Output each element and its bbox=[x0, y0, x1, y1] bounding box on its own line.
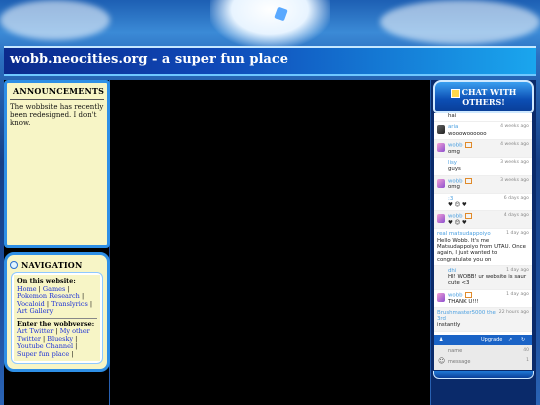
navigation-box: On this website: Home | Games | Pokemon … bbox=[11, 272, 103, 364]
chat-message: :3 6 days ago ♥ 😊 ♥ bbox=[434, 194, 532, 212]
announcements-header: ANNOUNCEMENTS bbox=[7, 83, 107, 96]
emoji-icon[interactable]: ☺ bbox=[438, 357, 445, 365]
webbverse-links: Art Twitter | My other Twitter | Bluesky… bbox=[17, 327, 90, 358]
avatar bbox=[437, 142, 445, 152]
message-text: wooowoooooo bbox=[448, 130, 487, 137]
message-text: guys bbox=[448, 166, 461, 173]
chat-messages[interactable]: hai aria 4 weeks ago wooowoooooo wobb 4 … bbox=[434, 113, 532, 335]
header-character-art bbox=[210, 0, 330, 48]
message-text: HI! WOBB! ur website is saur cute <3 bbox=[448, 274, 527, 287]
chat-message: dhi 1 day ago HI! WOBB! ur website is sa… bbox=[434, 265, 532, 290]
message-text: omg bbox=[448, 148, 460, 155]
avatar bbox=[437, 125, 445, 135]
message-user[interactable]: wobb bbox=[448, 214, 463, 220]
message-time: 3 weeks ago bbox=[500, 177, 529, 183]
message-time: 1 day ago bbox=[506, 231, 529, 237]
navigation-panel: NAVIGATION On this website: Home | Games… bbox=[4, 252, 110, 372]
avatar bbox=[437, 292, 445, 302]
mod-badge-icon bbox=[464, 291, 472, 298]
message-user[interactable]: aria bbox=[448, 124, 458, 130]
chat-message: hai bbox=[434, 113, 532, 123]
chat-title-line2: OTHERS! bbox=[462, 96, 505, 107]
message-user[interactable]: wobb bbox=[448, 178, 463, 184]
chat-message: real matsudappoiyo 1 day ago Hello Wobb.… bbox=[434, 229, 532, 266]
chat-message-input[interactable] bbox=[448, 358, 524, 366]
navigation-heading: NAVIGATION bbox=[21, 260, 83, 270]
message-time: 22 hours ago bbox=[498, 309, 529, 315]
chat-header: CHAT WITH OTHERS! bbox=[433, 80, 534, 113]
chat-message: aria 4 weeks ago wooowoooooo bbox=[434, 122, 532, 140]
message-time: 4 weeks ago bbox=[500, 141, 529, 147]
external-link-icon[interactable]: ↗ bbox=[508, 337, 512, 343]
chat-icon bbox=[450, 88, 460, 98]
announcements-heading: ANNOUNCEMENTS bbox=[13, 86, 105, 96]
chat-form: 40 ☺ 1 bbox=[434, 345, 532, 370]
on-site-links: Home | Games | Pokemon Research | Vocalo… bbox=[17, 284, 93, 315]
chat-footer bbox=[433, 371, 534, 379]
message-time: 3 weeks ago bbox=[500, 159, 529, 165]
message-user[interactable]: :3 bbox=[448, 196, 453, 202]
chat-name-input[interactable] bbox=[448, 347, 524, 355]
message-user[interactable]: Brushmaster5000 the 3rd bbox=[437, 310, 499, 323]
message-user[interactable]: wobb bbox=[448, 292, 463, 298]
user-icon[interactable]: ♟ bbox=[439, 337, 443, 343]
upgrade-link[interactable]: Upgrade bbox=[481, 337, 502, 343]
message-time: 6 days ago bbox=[503, 195, 529, 201]
chat-title-line1: CHAT WITH bbox=[461, 87, 517, 97]
cloud-decoration bbox=[0, 0, 110, 40]
site-title: wobb.neocities.org - a super fun place bbox=[10, 52, 289, 67]
message-user[interactable]: dhi bbox=[448, 268, 456, 274]
nav-link-translyrics[interactable]: Translyrics bbox=[51, 300, 88, 308]
nav-link-super-fun-place[interactable]: Super fun place bbox=[17, 350, 69, 358]
announcement-text: The wobbsite has recently been redesigne… bbox=[10, 103, 104, 127]
avatar bbox=[437, 178, 445, 188]
mod-badge-icon bbox=[464, 141, 472, 148]
message-text: ♥ 😊 ♥ bbox=[448, 220, 467, 227]
site-header: wobb.neocities.org - a super fun place bbox=[4, 46, 536, 76]
mod-badge-icon bbox=[464, 213, 472, 220]
divider bbox=[17, 317, 97, 319]
chat-message: Brushmaster5000 the 3rd 22 hours ago ins… bbox=[434, 307, 532, 332]
cloud-decoration bbox=[380, 0, 540, 44]
message-time: 4 weeks ago bbox=[500, 124, 529, 130]
chat-message: wobb 4 weeks ago omg bbox=[434, 139, 532, 158]
navigation-header: NAVIGATION bbox=[7, 255, 107, 270]
message-char-count: 1 bbox=[526, 358, 529, 363]
announcements-panel: ANNOUNCEMENTS The wobbsite has recently … bbox=[4, 80, 110, 248]
message-time: 1 day ago bbox=[506, 291, 529, 297]
message-user[interactable]: lisy bbox=[448, 160, 457, 166]
message-text: Hello Wobb. It's me Matsudappoiyo from U… bbox=[437, 237, 526, 263]
chat-message: wobb 1 day ago THANK U!!! bbox=[434, 290, 532, 308]
chat-toolbar: ♟ Upgrade ↗ ↻ bbox=[434, 335, 532, 345]
refresh-icon[interactable]: ↻ bbox=[521, 337, 525, 343]
chat-message: wobb 4 days ago ♥ 😊 ♥ bbox=[434, 211, 532, 230]
navigation-content: On this website: Home | Games | Pokemon … bbox=[14, 275, 100, 361]
divider bbox=[10, 99, 104, 100]
message-text: hai bbox=[448, 113, 457, 119]
message-user[interactable]: wobb bbox=[448, 142, 463, 148]
chat-message: lisy 3 weeks ago guys bbox=[434, 158, 532, 176]
message-time: 4 days ago bbox=[503, 213, 529, 219]
star-icon bbox=[10, 261, 18, 269]
message-text: THANK U!!! bbox=[448, 298, 479, 305]
mod-badge-icon bbox=[464, 177, 472, 184]
message-text: ♥ 😊 ♥ bbox=[448, 201, 467, 208]
message-text: instantly bbox=[437, 322, 461, 329]
chat-message: wobb 3 weeks ago omg bbox=[434, 175, 532, 194]
main-content bbox=[110, 80, 430, 405]
message-text: omg bbox=[448, 184, 460, 191]
nav-link-art-gallery[interactable]: Art Gallery bbox=[17, 307, 53, 315]
message-time: 1 day ago bbox=[506, 267, 529, 273]
avatar bbox=[437, 214, 445, 224]
name-char-count: 40 bbox=[523, 348, 529, 353]
